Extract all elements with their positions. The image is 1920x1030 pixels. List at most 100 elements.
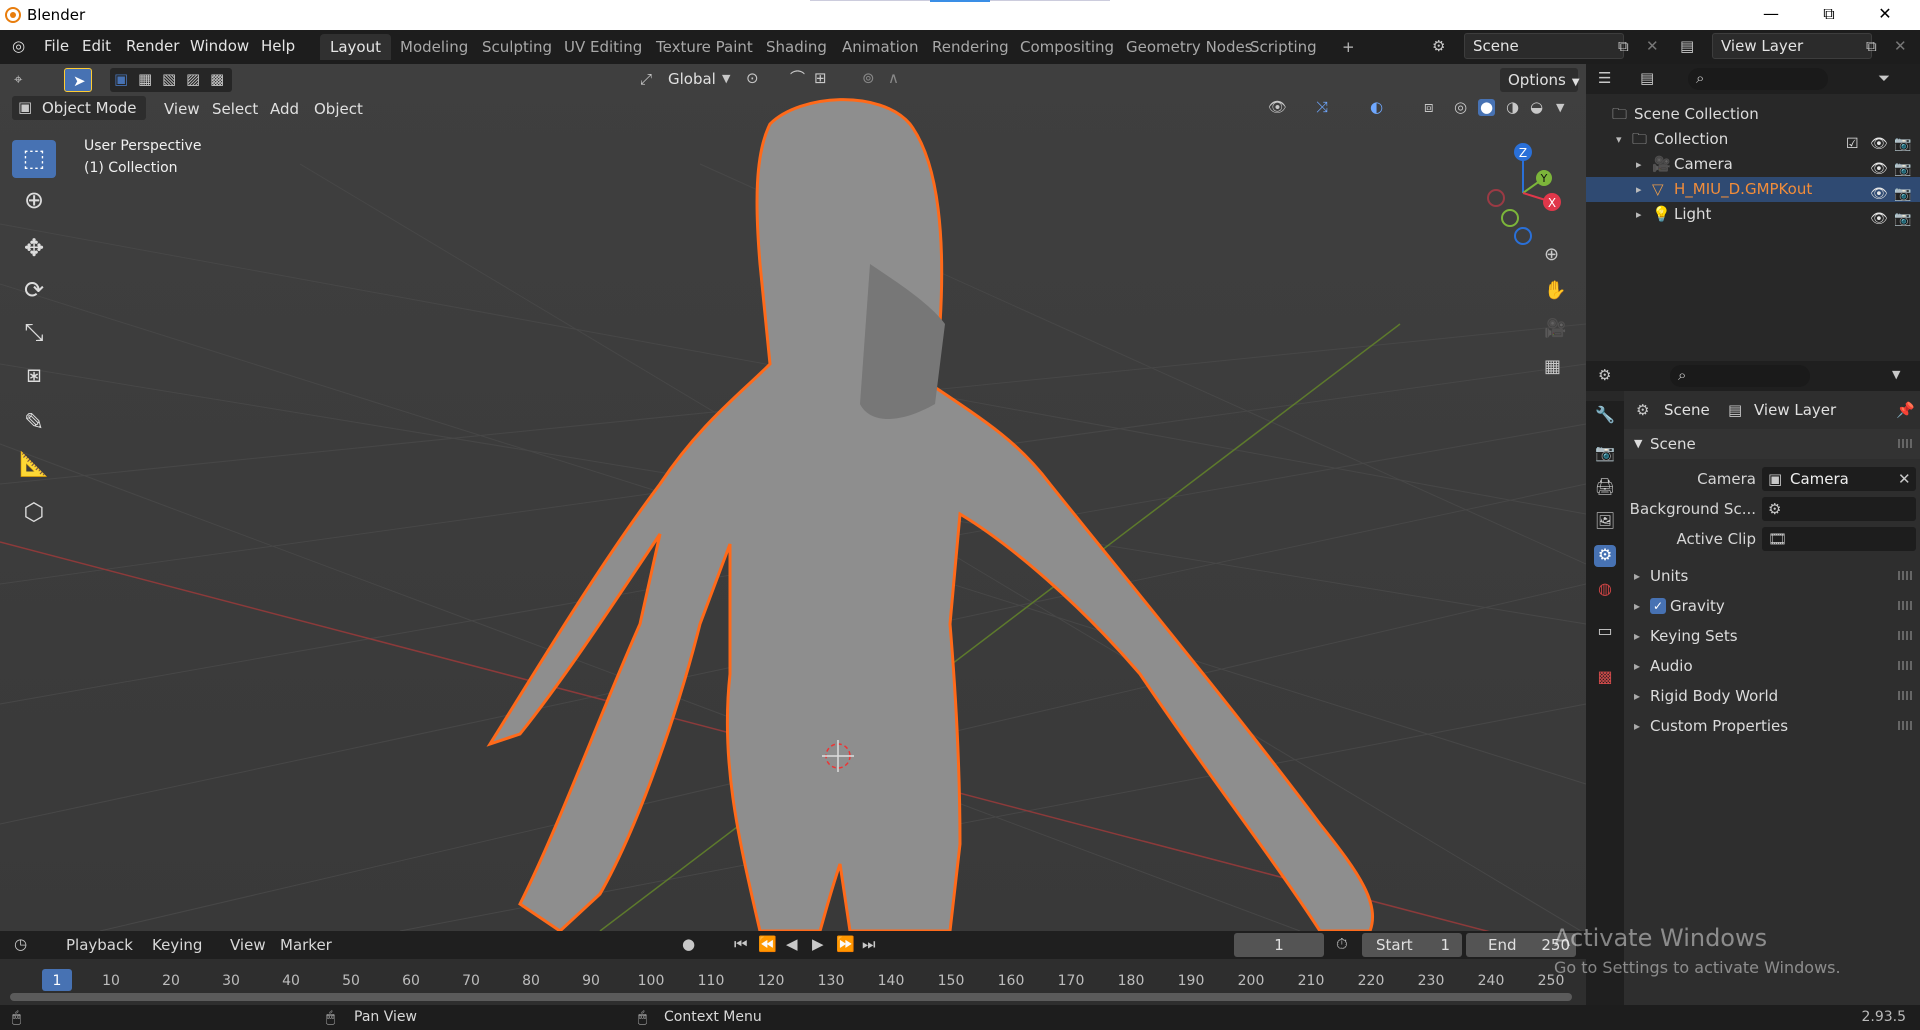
scene-tab-icon[interactable]: ⚙: [1594, 545, 1616, 567]
timeline-menu-view[interactable]: View: [230, 936, 266, 954]
next-keyframe-icon[interactable]: ⏩: [836, 937, 855, 952]
visibility-eye-icon[interactable]: 👁: [1870, 157, 1888, 177]
clear-camera-icon[interactable]: ✕: [1898, 472, 1911, 487]
properties-search-input[interactable]: ⌕: [1670, 365, 1810, 387]
timeline-menu-playback[interactable]: Playback: [66, 936, 133, 954]
drag-grip-icon[interactable]: [1898, 571, 1914, 580]
measure-tool[interactable]: 📐: [12, 446, 56, 484]
scene-panel-header[interactable]: ▼ Scene: [1624, 429, 1920, 459]
prev-keyframe-icon[interactable]: ⏪: [758, 937, 777, 952]
transform-orientation[interactable]: Global: [668, 70, 716, 88]
chevron-down-icon[interactable]: ▼: [722, 73, 730, 84]
remove-view-layer-icon[interactable]: ✕: [1894, 39, 1907, 54]
editor-type-icon[interactable]: ⌖: [14, 72, 22, 87]
pivot-point-icon[interactable]: ⊙: [746, 71, 759, 86]
collection-tab-icon[interactable]: ▭: [1594, 621, 1616, 643]
chevron-down-icon[interactable]: ▼: [1892, 369, 1900, 380]
falloff-icon[interactable]: ∧: [888, 71, 899, 86]
viewport-menu-add[interactable]: Add: [270, 100, 299, 118]
shading-options-icon[interactable]: ▼: [1556, 102, 1564, 113]
render-visibility-icon[interactable]: 📷: [1894, 157, 1911, 177]
select-extend-icon[interactable]: ▦: [138, 72, 152, 87]
render-visibility-icon[interactable]: 📷: [1894, 207, 1911, 227]
outliner-row-camera[interactable]: ▸ 🎥 Camera 👁 📷: [1586, 152, 1920, 177]
visibility-icon[interactable]: 👁: [1268, 100, 1287, 115]
minimize-button[interactable]: —: [1748, 0, 1794, 30]
3d-viewport[interactable]: ⌖ ➤ ▣ ▦ ▧ ▨ ▩ ⤢ Global ▼ ⊙ ⌒ ⊞ ⊚ ∧ Optio…: [0, 64, 1586, 931]
render-visibility-icon[interactable]: 📷: [1894, 132, 1911, 152]
record-icon[interactable]: ●: [682, 937, 695, 952]
rendered-shading-icon[interactable]: ◒: [1530, 100, 1543, 115]
tab-sculpting[interactable]: Sculpting: [472, 34, 562, 60]
tab-animation[interactable]: Animation: [832, 34, 928, 60]
zoom-icon[interactable]: ⊕: [1544, 246, 1559, 264]
selection-mode-buttons[interactable]: ▣ ▦ ▧ ▨ ▩: [110, 68, 232, 92]
render-tab-icon[interactable]: 📷: [1594, 443, 1616, 465]
options-button[interactable]: Options ▼: [1500, 68, 1580, 92]
select-new-icon[interactable]: ▣: [114, 72, 128, 87]
add-workspace-button[interactable]: +: [1332, 34, 1365, 60]
remove-scene-icon[interactable]: ✕: [1646, 39, 1659, 54]
gravity-checkbox[interactable]: ✓: [1650, 598, 1666, 614]
outliner-editor-type-icon[interactable]: ☰: [1598, 71, 1611, 86]
current-frame-field[interactable]: 1: [1234, 933, 1324, 957]
menu-window[interactable]: Window: [190, 37, 249, 55]
scene-type-icon[interactable]: ⚙: [1432, 39, 1445, 54]
properties-editor[interactable]: ⚙ ⌕ ▼ 🔧 📷 🖨 🖼 ⚙ ◍ ▭ ▩ ⚙ Scene ▤ View Lay…: [1586, 361, 1920, 1005]
annotate-tool[interactable]: ✎: [12, 404, 56, 442]
tab-texture-paint[interactable]: Texture Paint: [646, 34, 763, 60]
gizmo-toggle-icon[interactable]: ⤨: [1316, 100, 1328, 115]
snap-target-icon[interactable]: ⊞: [814, 71, 827, 86]
object-mode-dropdown[interactable]: ▣ Object Mode: [12, 96, 146, 120]
view-layer-selector[interactable]: View Layer: [1712, 33, 1872, 59]
background-scene-field[interactable]: ⚙: [1762, 497, 1916, 521]
menu-help[interactable]: Help: [261, 37, 295, 55]
viewport-menu-select[interactable]: Select: [212, 100, 258, 118]
close-button[interactable]: ✕: [1862, 0, 1908, 30]
drag-grip-icon[interactable]: [1898, 601, 1914, 610]
view-layer-icon[interactable]: ▤: [1680, 39, 1694, 54]
outliner-row-scene-collection[interactable]: 🗀 Scene Collection: [1586, 102, 1920, 127]
transform-tool[interactable]: ⧆: [12, 356, 56, 394]
select-tweak-button[interactable]: ➤: [64, 68, 92, 92]
select-box-tool[interactable]: ⬚: [12, 140, 56, 178]
visibility-eye-icon[interactable]: 👁: [1870, 207, 1888, 227]
tool-tab-icon[interactable]: 🔧: [1594, 405, 1616, 427]
cursor-tool[interactable]: ⊕: [12, 182, 56, 220]
scene-selector[interactable]: Scene: [1464, 33, 1624, 59]
outliner-editor[interactable]: ☰ ▤ ⌕ ⏷ 🗀 Scene Collection ▾ 🗀 Collection 👁 📷 ☑…: [1586, 64, 1920, 361]
wireframe-shading-icon[interactable]: ◎: [1454, 100, 1467, 115]
jump-end-icon[interactable]: ⏭: [862, 937, 876, 952]
timeline-scrollbar[interactable]: [10, 993, 1572, 1001]
tab-modeling[interactable]: Modeling: [390, 34, 478, 60]
rotate-tool[interactable]: ⟳: [12, 272, 56, 310]
expand-icon[interactable]: ▸: [1636, 152, 1642, 177]
tab-compositing[interactable]: Compositing: [1010, 34, 1124, 60]
camera-view-icon[interactable]: 🎥: [1544, 320, 1566, 338]
material-shading-icon[interactable]: ◑: [1506, 100, 1519, 115]
visibility-eye-icon[interactable]: 👁: [1870, 132, 1888, 152]
drag-grip-icon[interactable]: [1898, 439, 1914, 448]
texture-tab-icon[interactable]: ▩: [1594, 667, 1616, 689]
expand-icon[interactable]: ▾: [1616, 127, 1622, 152]
visibility-eye-icon[interactable]: 👁: [1870, 182, 1888, 202]
tab-layout[interactable]: Layout: [320, 34, 391, 60]
tab-uv-editing[interactable]: UV Editing: [554, 34, 652, 60]
play-reverse-icon[interactable]: ◀: [786, 937, 798, 952]
drag-grip-icon[interactable]: [1898, 721, 1914, 730]
timeline-menu-keying[interactable]: Keying: [152, 936, 202, 954]
drag-grip-icon[interactable]: [1898, 661, 1914, 670]
scale-tool[interactable]: ⤡: [12, 314, 56, 352]
proportional-edit-icon[interactable]: ⊚: [862, 71, 875, 86]
menu-edit[interactable]: Edit: [82, 37, 111, 55]
subpanel-custom-properties[interactable]: ▸ Custom Properties: [1624, 711, 1920, 741]
subpanel-audio[interactable]: ▸ Audio: [1624, 651, 1920, 681]
properties-editor-type-icon[interactable]: ⚙: [1598, 368, 1611, 383]
solid-shading-icon[interactable]: ●: [1478, 99, 1496, 116]
subpanel-rigid-body-world[interactable]: ▸ Rigid Body World: [1624, 681, 1920, 711]
camera-field[interactable]: ▣ Camera ✕: [1762, 467, 1916, 491]
maximize-button[interactable]: ⧉: [1806, 0, 1852, 30]
menu-render[interactable]: Render: [126, 37, 179, 55]
select-subtract-icon[interactable]: ▧: [162, 72, 176, 87]
snap-icon[interactable]: ⌒: [790, 71, 805, 86]
